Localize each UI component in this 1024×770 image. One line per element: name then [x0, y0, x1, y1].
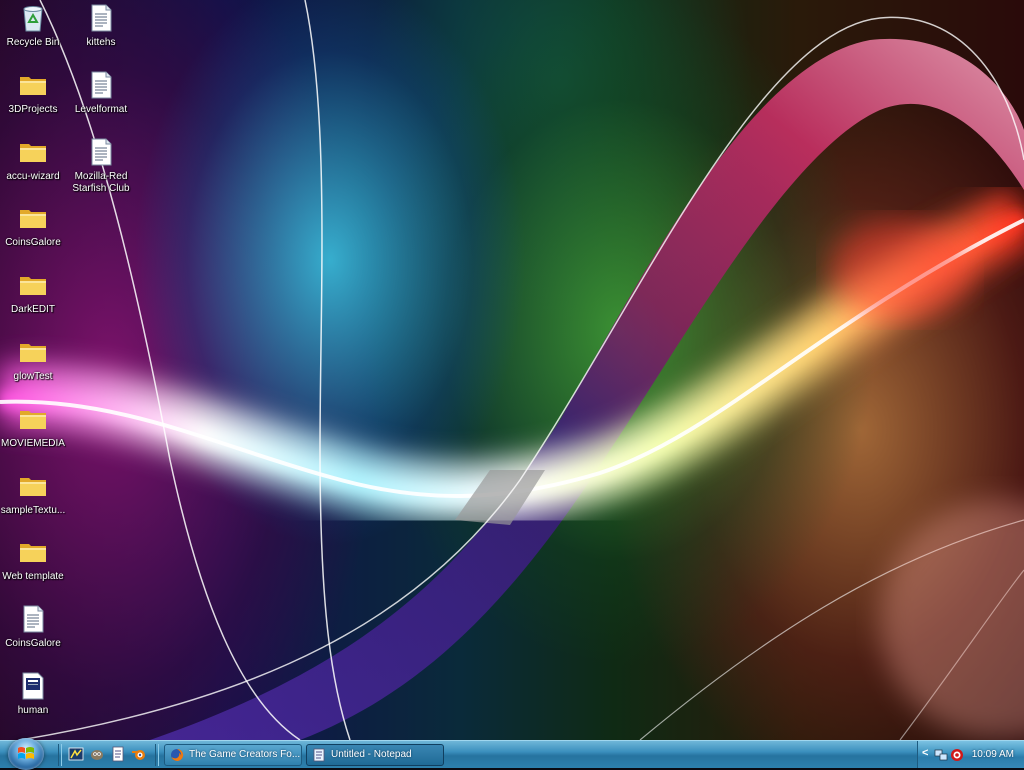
- text-file-icon: [85, 136, 117, 168]
- desktop-icon-label: Recycle Bin: [6, 37, 60, 48]
- quick-launch-blender-icon[interactable]: [131, 746, 147, 762]
- desktop-icon[interactable]: DarkEDIT: [0, 269, 68, 316]
- folder-icon: [17, 269, 49, 301]
- folder-icon: [17, 69, 49, 101]
- taskbar-separator: [58, 744, 62, 766]
- folder-icon: [17, 136, 49, 168]
- desktop-icon[interactable]: 3DProjects: [0, 69, 68, 116]
- text-file-icon: [17, 603, 49, 635]
- taskbar-separator: [155, 744, 159, 766]
- taskbar-button-label: The Game Creators Fo...: [189, 749, 301, 760]
- desktop-icon-label: human: [17, 705, 49, 716]
- text-file-icon: [85, 69, 117, 101]
- document-file-icon: [17, 670, 49, 702]
- notepad-icon: [313, 748, 325, 762]
- taskbar-button-notepad[interactable]: Untitled - Notepad: [306, 744, 444, 766]
- tray-expand-button[interactable]: <: [922, 747, 928, 759]
- quick-launch-show-desktop-icon[interactable]: [68, 746, 84, 762]
- folder-icon: [17, 470, 49, 502]
- desktop-icon-label: 3DProjects: [8, 103, 58, 115]
- network-icon[interactable]: [934, 748, 948, 762]
- taskbar-button-label: Untitled - Notepad: [331, 749, 412, 760]
- folder-icon: [17, 202, 49, 234]
- taskbar-button-firefox[interactable]: The Game Creators Fo...: [164, 744, 302, 766]
- taskbar-clock[interactable]: 10:09 AM: [972, 749, 1014, 760]
- folder-icon: [17, 403, 49, 435]
- folder-icon: [17, 536, 49, 568]
- desktop-wallpaper: [0, 0, 1024, 740]
- desktop-icon-label: CoinsGalore: [5, 638, 61, 650]
- desktop-icon-label: MOVIEMEDIA: [1, 437, 65, 449]
- recycle-bin-icon: [17, 2, 49, 34]
- desktop-icon-label: DarkEDIT: [11, 304, 55, 316]
- desktop-icon[interactable]: CoinsGalore: [0, 202, 68, 249]
- desktop-icon-label: Levelformat: [74, 103, 128, 115]
- desktop-icon[interactable]: sampleTextu...: [0, 470, 68, 517]
- desktop-icon-label: CoinsGalore: [5, 237, 61, 249]
- desktop-icon[interactable]: human: [0, 670, 68, 717]
- folder-icon: [17, 336, 49, 368]
- desktop-icon[interactable]: Mozilla-Red Starfish Club: [66, 136, 136, 195]
- desktop-icon[interactable]: Recycle Bin: [0, 2, 68, 49]
- desktop-icon[interactable]: accu-wizard: [0, 136, 68, 183]
- desktop-icon[interactable]: glowTest: [0, 336, 68, 383]
- desktop-icon-label: Mozilla-Red Starfish Club: [72, 170, 130, 194]
- start-button[interactable]: [8, 738, 44, 770]
- antivirus-icon[interactable]: [950, 748, 964, 762]
- quick-launch-gimp-icon[interactable]: [89, 746, 105, 762]
- desktop-icon-label: accu-wizard: [6, 170, 60, 182]
- taskbar: The Game Creators Fo... Untitled - Notep…: [0, 738, 1024, 770]
- firefox-icon: [171, 748, 184, 761]
- text-file-icon: [85, 2, 117, 34]
- windows-logo-icon: [18, 747, 34, 759]
- desktop-icon[interactable]: Web template: [0, 536, 68, 583]
- desktop-icon-label: kittehs: [86, 37, 116, 48]
- desktop-icon-label: sampleTextu...: [0, 504, 66, 516]
- desktop-icon-label: Web template: [2, 571, 64, 583]
- desktop-icon-label: glowTest: [13, 371, 53, 382]
- desktop-icon[interactable]: kittehs: [66, 2, 136, 49]
- desktop-icon[interactable]: CoinsGalore: [0, 603, 68, 650]
- quick-launch-notepad-icon[interactable]: [110, 746, 126, 762]
- desktop-icon[interactable]: MOVIEMEDIA: [0, 403, 68, 450]
- system-tray: < 10:09 AM: [917, 741, 1024, 768]
- desktop-icon[interactable]: Levelformat: [66, 69, 136, 116]
